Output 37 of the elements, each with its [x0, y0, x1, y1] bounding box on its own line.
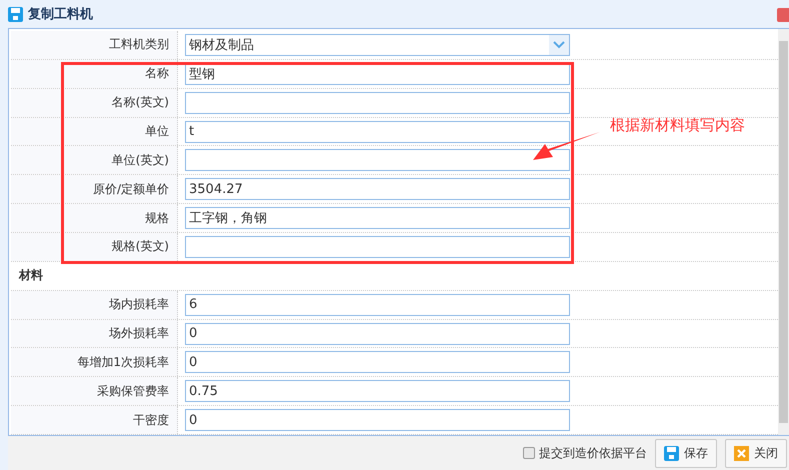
field-label: 名称(英文) [112, 94, 169, 112]
section-heading: 材料 [19, 267, 43, 284]
save-button[interactable]: 保存 [655, 438, 717, 468]
window-title: 复制工料机 [28, 6, 94, 23]
category-dropdown[interactable]: 钢材及制品 [185, 34, 570, 56]
text-field[interactable]: t [185, 120, 570, 142]
text-field[interactable] [185, 92, 570, 114]
text-field[interactable]: 6 [185, 294, 570, 316]
text-field[interactable]: 0 [185, 351, 570, 374]
text-field[interactable] [185, 236, 570, 258]
field-label: 单位(英文) [112, 152, 169, 169]
close-button[interactable]: 关闭 [725, 438, 787, 468]
field-label: 采购保管费率 [97, 382, 169, 400]
field-label: 工料机类别 [109, 36, 169, 54]
checkbox[interactable] [523, 447, 535, 459]
close-icon[interactable] [777, 8, 789, 22]
field-label: 单位 [145, 123, 169, 140]
arrow-icon [531, 131, 601, 163]
text-field[interactable]: 工字钢，角钢 [185, 207, 570, 230]
field-label: 名称 [145, 65, 169, 82]
chevron-down-icon [553, 40, 565, 49]
field-label: 原价/定额单价 [92, 180, 169, 198]
field-label: 场外损耗率 [109, 325, 169, 342]
close-icon [734, 446, 749, 460]
text-field[interactable]: 0.75 [185, 380, 570, 402]
text-field[interactable]: 3504.27 [185, 178, 570, 200]
field-label: 规格 [145, 210, 169, 227]
text-field[interactable] [185, 149, 570, 172]
field-label: 干密度 [133, 412, 169, 429]
field-label: 场内损耗率 [109, 296, 169, 314]
annotation-text: 根据新材料填写内容 [610, 116, 745, 135]
field-label: 每增加1次损耗率 [77, 354, 169, 371]
text-field[interactable]: 0 [185, 322, 570, 345]
text-field[interactable]: 0 [185, 409, 570, 432]
scrollbar[interactable] [778, 29, 789, 435]
field-label: 规格(英文) [112, 238, 169, 256]
checkbox-label: 提交到造价依据平台 [539, 444, 647, 462]
